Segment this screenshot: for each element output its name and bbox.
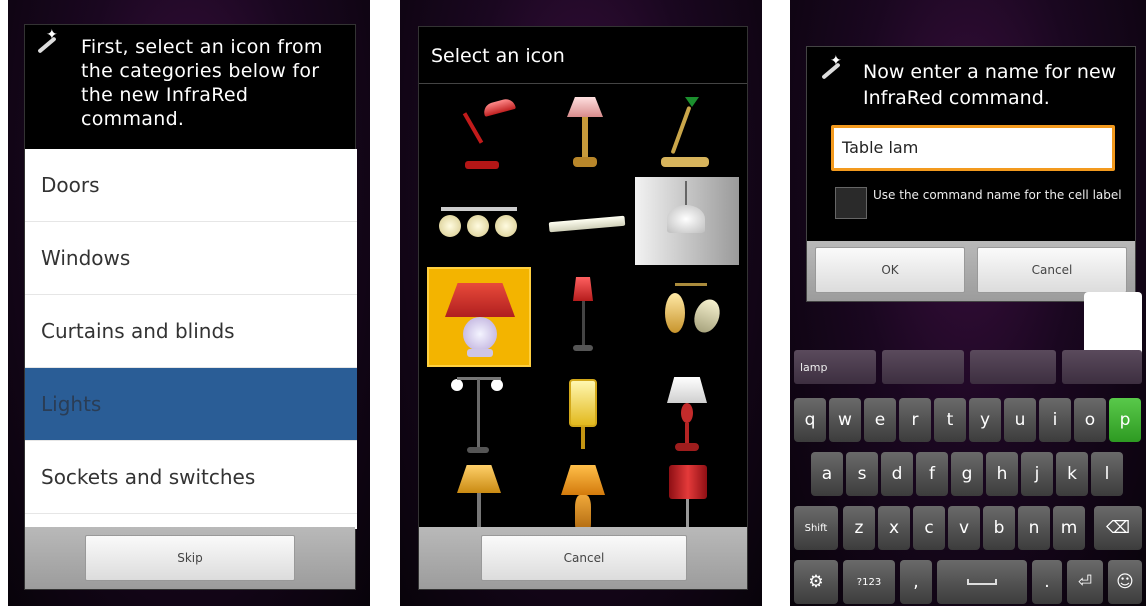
key-b[interactable]: b: [983, 506, 1015, 550]
enter-icon: ⏎: [1077, 572, 1093, 592]
key-e[interactable]: e: [864, 398, 896, 442]
period-key[interactable]: .: [1032, 560, 1062, 604]
emoji-icon: ☺: [1116, 572, 1134, 592]
divider: [419, 83, 747, 84]
key-o[interactable]: o: [1074, 398, 1106, 442]
screen-enter-name: ✦ Now enter a name for new InfraRed comm…: [790, 0, 1146, 606]
screen-select-icon: Select an icon Cancel: [400, 0, 762, 606]
key-h[interactable]: h: [986, 452, 1018, 496]
green-desk-lamp-icon[interactable]: [635, 87, 739, 175]
space-icon: [967, 579, 997, 585]
key-w[interactable]: w: [829, 398, 861, 442]
key-g[interactable]: g: [951, 452, 983, 496]
key-d[interactable]: d: [881, 452, 913, 496]
icon-dialog: Select an icon Cancel: [418, 26, 748, 590]
enter-key[interactable]: ⏎: [1067, 560, 1103, 604]
pendant-lamp-icon[interactable]: [635, 177, 739, 265]
key-t[interactable]: t: [934, 398, 966, 442]
icon-grid: [427, 87, 741, 543]
soft-keyboard: lamp q w e r t y u i o p a s d f g h j k…: [790, 350, 1146, 606]
settings-icon: ⚙: [808, 572, 824, 592]
twin-floor-lamp-icon[interactable]: [427, 369, 531, 457]
key-i[interactable]: i: [1039, 398, 1071, 442]
key-x[interactable]: x: [878, 506, 910, 550]
key-j[interactable]: j: [1021, 452, 1053, 496]
ok-button[interactable]: OK: [815, 247, 965, 293]
key-f[interactable]: f: [916, 452, 948, 496]
key-r[interactable]: r: [899, 398, 931, 442]
key-a[interactable]: a: [811, 452, 843, 496]
white-shade-lamp-icon[interactable]: [635, 369, 739, 457]
command-name-input[interactable]: Table lam: [831, 125, 1115, 171]
shift-key[interactable]: Shift: [794, 506, 838, 550]
suggestion-1[interactable]: lamp: [794, 350, 876, 384]
red-desk-lamp-icon[interactable]: [427, 87, 531, 175]
skip-button[interactable]: Skip: [85, 535, 295, 581]
fluorescent-tube-icon[interactable]: [531, 177, 635, 265]
key-y[interactable]: y: [969, 398, 1001, 442]
dialog-message: Now enter a name for new InfraRed comman…: [863, 61, 1117, 109]
suggestion-3[interactable]: [970, 350, 1056, 384]
magic-wand-icon: ✦: [33, 27, 59, 57]
button-bar: Cancel: [419, 527, 747, 589]
dialog-title: Select an icon: [431, 45, 565, 67]
backspace-key[interactable]: ⌫: [1094, 506, 1142, 550]
pink-table-lamp-icon[interactable]: [531, 87, 635, 175]
red-floor-lamp-icon[interactable]: [531, 267, 635, 355]
cell-label-checkbox[interactable]: [835, 187, 867, 219]
category-item-lights[interactable]: Lights: [25, 368, 357, 441]
key-s[interactable]: s: [846, 452, 878, 496]
red-shade-table-lamp-icon[interactable]: [427, 267, 531, 367]
name-dialog: ✦ Now enter a name for new InfraRed comm…: [806, 46, 1136, 302]
key-v[interactable]: v: [948, 506, 980, 550]
dialog-message: First, select an icon from the categorie…: [81, 36, 323, 130]
checkbox-label: Use the command name for the cell label: [873, 188, 1122, 202]
backspace-icon: ⌫: [1105, 518, 1131, 538]
key-n[interactable]: n: [1018, 506, 1050, 550]
settings-key[interactable]: ⚙: [794, 560, 838, 604]
screen-select-category: ✦ First, select an icon from the categor…: [8, 0, 370, 606]
category-item-curtains[interactable]: Curtains and blinds: [25, 295, 357, 368]
key-u[interactable]: u: [1004, 398, 1036, 442]
symbols-key[interactable]: ?123: [843, 560, 895, 604]
space-key[interactable]: [937, 560, 1027, 604]
key-c[interactable]: c: [913, 506, 945, 550]
key-z[interactable]: z: [843, 506, 875, 550]
category-list: Doors Windows Curtains and blinds Lights…: [25, 149, 357, 529]
suggestion-4[interactable]: [1062, 350, 1142, 384]
dialog-header: ✦ First, select an icon from the categor…: [25, 25, 357, 149]
cancel-button[interactable]: Cancel: [481, 535, 687, 581]
emoji-key[interactable]: ☺: [1108, 560, 1142, 604]
key-q[interactable]: q: [794, 398, 826, 442]
button-bar: Skip: [25, 527, 355, 589]
lantern-lamp-icon[interactable]: [531, 369, 635, 457]
category-item-sockets[interactable]: Sockets and switches: [25, 441, 357, 514]
comma-key[interactable]: ,: [900, 560, 932, 604]
key-k[interactable]: k: [1056, 452, 1088, 496]
ceiling-spotlights-icon[interactable]: [427, 177, 531, 265]
category-item-windows[interactable]: Windows: [25, 222, 357, 295]
key-p[interactable]: p: [1109, 398, 1141, 442]
wall-sconce-icon[interactable]: [635, 267, 739, 355]
key-m[interactable]: m: [1053, 506, 1085, 550]
category-dialog: ✦ First, select an icon from the categor…: [24, 24, 357, 590]
cancel-button[interactable]: Cancel: [977, 247, 1127, 293]
magic-wand-icon: ✦: [817, 53, 843, 83]
suggestion-2[interactable]: [882, 350, 964, 384]
key-l[interactable]: l: [1091, 452, 1123, 496]
category-item-doors[interactable]: Doors: [25, 149, 357, 222]
